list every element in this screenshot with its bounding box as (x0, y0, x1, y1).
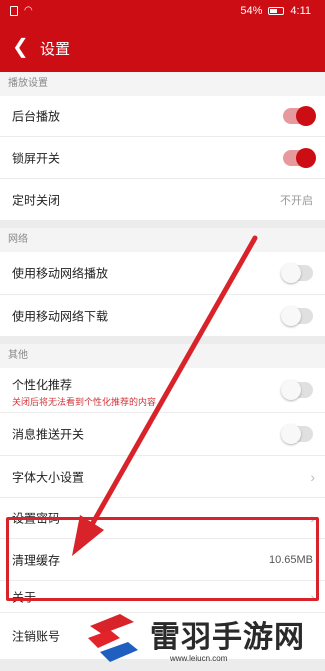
watermark-url: www.leiucn.com (170, 654, 228, 663)
setting-row-password[interactable]: 设置密码 › (0, 498, 325, 538)
page-title: 设置 (40, 41, 71, 58)
battery-percent: 54% (240, 5, 263, 17)
setting-row-font-size[interactable]: 字体大小设置 › (0, 456, 325, 497)
setting-sublabel: 关闭后将无法看到个性化推荐的内容 (12, 397, 157, 407)
setting-label: 关于 (12, 590, 37, 604)
setting-row-mobile-play[interactable]: 使用移动网络播放 (0, 252, 325, 294)
chevron-right-icon: › (310, 510, 315, 526)
setting-label: 清理缓存 (12, 553, 61, 567)
chevron-right-icon: › (310, 468, 315, 485)
push-toggle[interactable] (281, 424, 313, 444)
personalized-toggle[interactable] (281, 380, 313, 400)
battery-icon (268, 7, 285, 15)
section-header-other: 其他 (0, 344, 325, 368)
logo-mark-icon (88, 614, 138, 662)
mobile-download-toggle[interactable] (281, 305, 313, 326)
setting-row-background-play[interactable]: 后台播放 (0, 96, 325, 136)
toggle-knob (296, 147, 316, 168)
setting-label: 个性化推荐 (12, 378, 73, 392)
watermark-text: 雷羽手游网 (150, 620, 305, 655)
setting-label: 消息推送开关 (12, 427, 85, 442)
setting-label: 后台播放 (12, 109, 61, 124)
toggle-knob (296, 106, 316, 126)
toggle-knob (281, 380, 301, 400)
toggle-knob (281, 305, 301, 326)
setting-label: 定时关闭 (12, 193, 61, 207)
setting-label: 设置密码 (12, 511, 61, 526)
setting-label: 注销账号 (12, 629, 61, 644)
setting-label: 字体大小设置 (12, 470, 85, 484)
lock-screen-toggle[interactable] (283, 147, 316, 168)
setting-row-push[interactable]: 消息推送开关 (0, 413, 325, 455)
setting-row-timer-off[interactable]: 定时关闭 不开启 (0, 179, 325, 220)
setting-label: 使用移动网络播放 (12, 266, 109, 281)
background-play-toggle[interactable] (283, 106, 316, 126)
toggle-knob (281, 263, 301, 283)
sim-icon (10, 5, 18, 16)
clock: 4:11 (290, 5, 311, 17)
toggle-knob (281, 424, 301, 444)
section-gap (0, 336, 325, 344)
wifi-icon: ◠ (24, 5, 33, 16)
setting-row-mobile-download[interactable]: 使用移动网络下载 (0, 295, 325, 336)
status-bar: ◠ 54% 4:11 (0, 0, 325, 24)
setting-label: 锁屏开关 (12, 151, 61, 165)
chevron-right-icon: › (310, 588, 315, 605)
app-header: ❮ 设置 (0, 24, 325, 72)
section-gap (0, 220, 325, 228)
watermark-logo: 雷羽手游网 www.leiucn.com (78, 606, 325, 671)
section-header-playback: 播放设置 (0, 72, 325, 96)
setting-row-lock-screen[interactable]: 锁屏开关 (0, 137, 325, 178)
timer-off-value: 不开启 (280, 194, 313, 207)
setting-row-personalized[interactable]: 个性化推荐 关闭后将无法看到个性化推荐的内容 (0, 368, 325, 412)
section-header-network: 网络 (0, 228, 325, 252)
mobile-play-toggle[interactable] (281, 263, 313, 283)
setting-label: 使用移动网络下载 (12, 309, 109, 323)
setting-row-clear-cache[interactable]: 清理缓存 10.65MB (0, 539, 325, 580)
cache-size-value: 10.65MB (268, 553, 313, 566)
chevron-left-icon[interactable]: ❮ (12, 35, 29, 59)
